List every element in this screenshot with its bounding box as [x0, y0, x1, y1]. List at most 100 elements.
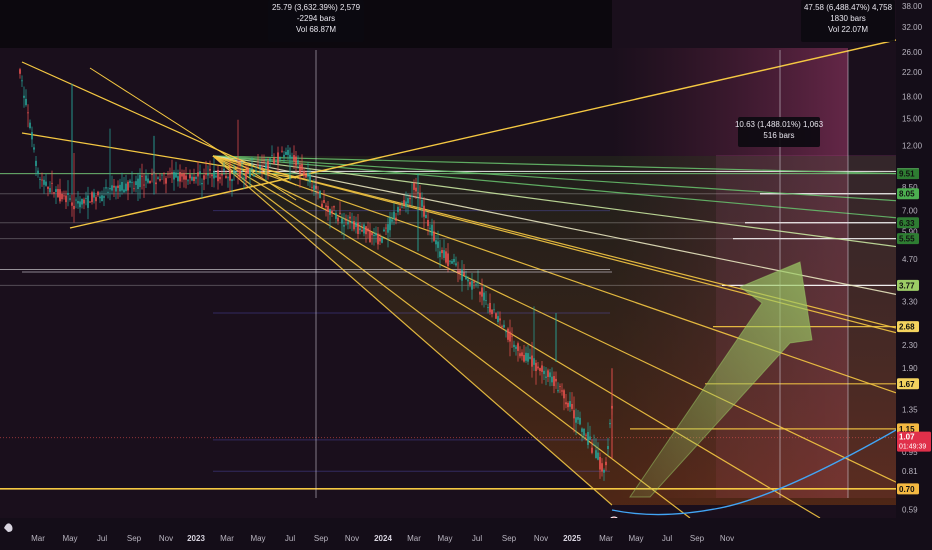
- candle-body: [403, 200, 405, 205]
- candle-body: [255, 170, 257, 172]
- candle-body: [433, 231, 435, 241]
- candle-body: [187, 180, 189, 182]
- candle-body: [165, 178, 167, 184]
- candle-body: [529, 356, 531, 359]
- x-tick-label: Sep: [690, 534, 705, 543]
- candle-body: [83, 199, 85, 204]
- x-tick-label: Nov: [534, 534, 548, 543]
- candle-body: [547, 370, 549, 377]
- candle-body: [369, 230, 371, 243]
- candle-body: [47, 186, 49, 189]
- candle-body: [565, 402, 567, 405]
- candle-body: [149, 180, 151, 184]
- candle-body: [213, 171, 215, 179]
- candle-body: [473, 281, 475, 283]
- x-tick-label: Jul: [97, 534, 107, 543]
- candle-body: [251, 168, 253, 170]
- candle-body: [351, 221, 353, 224]
- candle-body: [215, 175, 217, 178]
- candle-body: [319, 190, 321, 198]
- candle-body: [191, 176, 193, 181]
- candle-body: [161, 174, 163, 176]
- candle-body: [109, 188, 111, 190]
- chart-canvas[interactable]: 38.0032.0026.0022.0018.0015.0012.009.529…: [0, 0, 932, 550]
- last-price-value: 1.07: [899, 433, 915, 442]
- candle-body: [463, 272, 465, 276]
- candle-body: [383, 229, 385, 232]
- candle-body: [595, 450, 597, 459]
- candle-body: [579, 417, 581, 425]
- candle-body: [479, 291, 481, 295]
- y-tick-label: 7.00: [902, 207, 918, 216]
- price-level-label: 3.77: [899, 281, 915, 290]
- candle-body: [239, 170, 241, 178]
- candle-body: [25, 98, 27, 106]
- candle-body: [121, 181, 123, 191]
- candle-body: [111, 185, 113, 191]
- candle-body: [323, 200, 325, 203]
- candle-body: [175, 172, 177, 178]
- candle-body: [525, 352, 527, 361]
- candle-body: [115, 186, 117, 192]
- candle-body: [299, 165, 301, 174]
- candle-body: [381, 237, 383, 243]
- candle-body: [227, 177, 229, 179]
- candle-body: [411, 195, 413, 197]
- candle-body: [185, 175, 187, 180]
- candle-body: [285, 151, 287, 155]
- candle-body: [77, 200, 79, 204]
- candle-body: [127, 181, 129, 191]
- candle-body: [523, 354, 525, 362]
- candle-body: [569, 401, 571, 407]
- candle-body: [235, 171, 237, 173]
- candle-body: [453, 258, 455, 263]
- candle-body: [287, 149, 289, 155]
- candle-body: [97, 191, 99, 196]
- candle-body: [253, 174, 255, 177]
- candle-body: [431, 224, 433, 236]
- candle-body: [335, 213, 337, 219]
- candle-body: [503, 324, 505, 328]
- candle-body: [29, 122, 31, 129]
- candle-body: [551, 376, 553, 383]
- candle-body: [241, 173, 243, 175]
- price-level-label: 8.05: [899, 190, 915, 199]
- candle-body: [337, 217, 339, 222]
- candle-body: [53, 192, 55, 194]
- candle-body: [471, 281, 473, 290]
- candle-body: [265, 164, 267, 169]
- x-tick-label: Jul: [285, 534, 295, 543]
- candle-body: [519, 353, 521, 357]
- candle-body: [135, 181, 137, 186]
- candle-body: [367, 228, 369, 232]
- x-tick-label: Sep: [314, 534, 329, 543]
- candle-body: [73, 205, 75, 210]
- candle-body: [357, 222, 359, 235]
- candle-body: [113, 185, 115, 188]
- candle-body: [155, 182, 157, 185]
- candle-body: [413, 182, 415, 190]
- candle-body: [33, 147, 35, 150]
- candle-body: [499, 318, 501, 321]
- candle-body: [43, 179, 45, 185]
- candle-body: [573, 410, 575, 419]
- candle-body: [437, 241, 439, 248]
- x-tick-label: 2023: [187, 534, 205, 543]
- candle-body: [89, 201, 91, 203]
- candle-body: [389, 217, 391, 231]
- y-tick-label: 18.00: [902, 92, 923, 101]
- candle-body: [355, 222, 357, 228]
- candle-body: [233, 170, 235, 174]
- candle-body: [327, 206, 329, 212]
- candle-body: [301, 163, 303, 171]
- price-chart[interactable]: 38.0032.0026.0022.0018.0015.0012.009.529…: [0, 0, 932, 550]
- candle-body: [305, 174, 307, 178]
- candle-body: [443, 250, 445, 258]
- candle-body: [321, 203, 323, 208]
- candle-body: [333, 206, 335, 208]
- candle-body: [591, 447, 593, 453]
- candle-body: [171, 172, 173, 174]
- candle-body: [427, 220, 429, 226]
- candle-body: [607, 446, 609, 450]
- candle-body: [605, 461, 607, 466]
